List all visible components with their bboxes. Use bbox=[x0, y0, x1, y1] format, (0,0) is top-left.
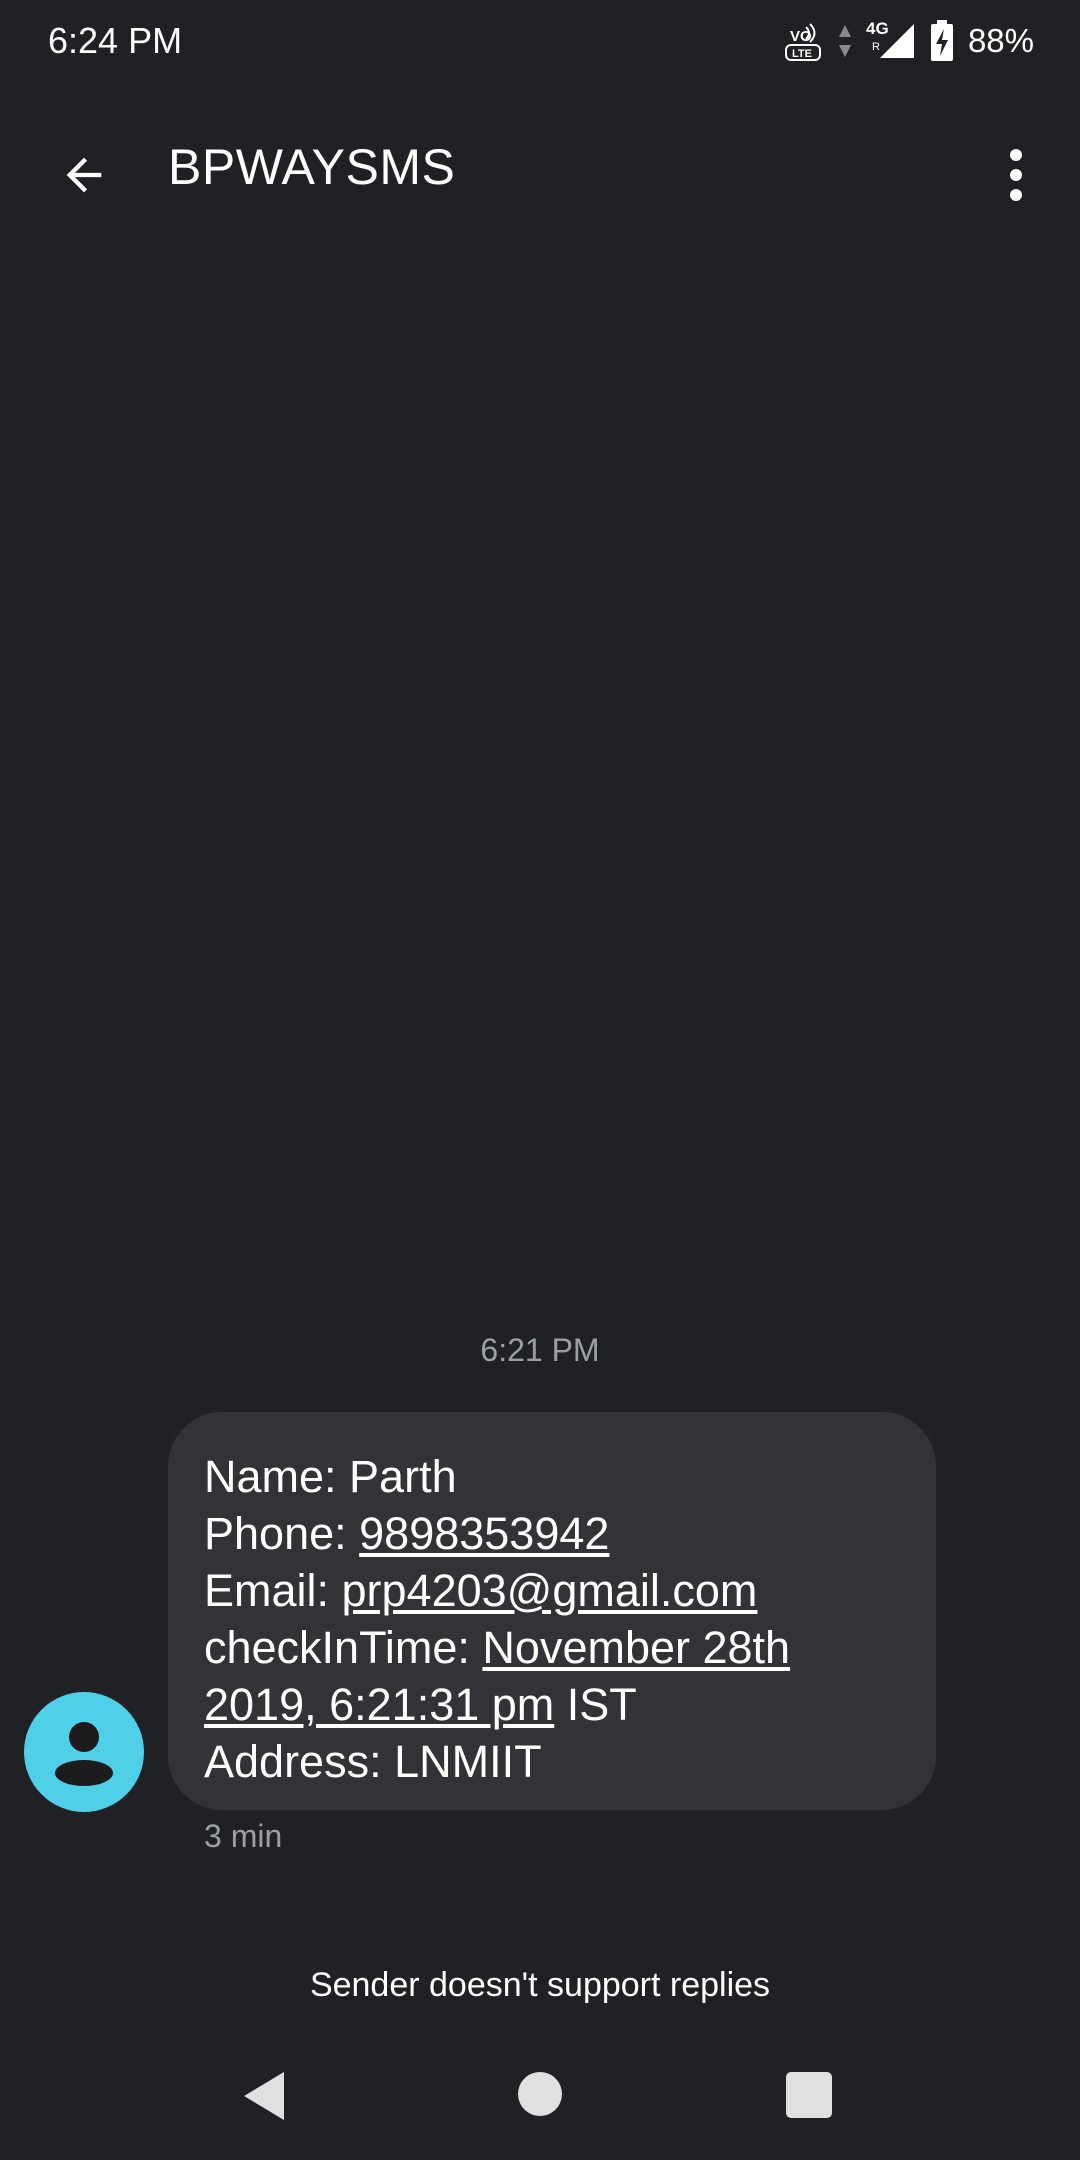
more-vert-icon bbox=[1010, 149, 1022, 201]
phone-label: Phone: bbox=[204, 1508, 360, 1559]
checkin-line-2: 2019, 6:21:31 pm IST bbox=[204, 1676, 900, 1733]
checkin-suffix: IST bbox=[554, 1679, 637, 1730]
data-activity-icon bbox=[838, 25, 851, 57]
navigation-bar bbox=[0, 2040, 1080, 2160]
checkin-date-link[interactable]: November 28th bbox=[482, 1622, 790, 1673]
message-timestamp: 6:21 PM bbox=[480, 1332, 600, 1368]
status-icons: VO LTE 4G R 88% bbox=[784, 16, 1034, 66]
volte-label-bottom: LTE bbox=[792, 48, 812, 60]
nav-home-icon[interactable] bbox=[518, 2072, 562, 2116]
network-label: 4G bbox=[866, 19, 889, 38]
app-bar: BPWAYSMS bbox=[0, 110, 1080, 222]
battery-percent: 88% bbox=[967, 22, 1034, 59]
no-reply-notice: Sender doesn't support replies bbox=[309, 1966, 771, 2004]
address-line: Address: LNMIIT bbox=[204, 1733, 900, 1790]
name-value: Parth bbox=[349, 1451, 457, 1502]
message-bubble[interactable]: Name: Parth Phone: 9898353942 Email: prp… bbox=[168, 1412, 936, 1810]
email-line: Email: prp4203@gmail.com bbox=[204, 1562, 900, 1619]
phone-line: Phone: 9898353942 bbox=[204, 1505, 900, 1562]
battery-charging-icon bbox=[930, 20, 953, 61]
address-value: LNMIIT bbox=[394, 1736, 542, 1787]
email-label: Email: bbox=[204, 1565, 342, 1616]
status-time: 6:24 PM bbox=[48, 20, 183, 61]
avatar[interactable] bbox=[24, 1692, 144, 1812]
status-bar: 6:24 PM VO LTE 4G R 88% bbox=[0, 0, 1080, 84]
more-options-button[interactable] bbox=[974, 133, 1058, 217]
address-label: Address: bbox=[204, 1736, 395, 1787]
name-line: Name: Parth bbox=[204, 1448, 900, 1505]
arrow-back-icon bbox=[66, 157, 102, 193]
person-icon bbox=[55, 1722, 113, 1786]
checkin-label: checkInTime: bbox=[204, 1622, 483, 1673]
name-label: Name: bbox=[204, 1451, 350, 1502]
nav-back-icon[interactable] bbox=[238, 2068, 294, 2124]
back-button[interactable] bbox=[42, 133, 126, 217]
phone-link[interactable]: 9898353942 bbox=[359, 1508, 609, 1559]
nav-recents-icon[interactable] bbox=[786, 2072, 832, 2118]
email-link[interactable]: prp4203@gmail.com bbox=[342, 1565, 758, 1616]
checkin-line: checkInTime: November 28th bbox=[204, 1619, 900, 1676]
roaming-label: R bbox=[872, 41, 880, 53]
volte-icon: VO LTE bbox=[784, 23, 821, 61]
conversation-title: BPWAYSMS bbox=[168, 139, 456, 195]
message-age: 3 min bbox=[204, 1818, 283, 1854]
signal-icon: 4G R bbox=[866, 19, 914, 58]
checkin-time-link[interactable]: 2019, 6:21:31 pm bbox=[204, 1679, 554, 1730]
